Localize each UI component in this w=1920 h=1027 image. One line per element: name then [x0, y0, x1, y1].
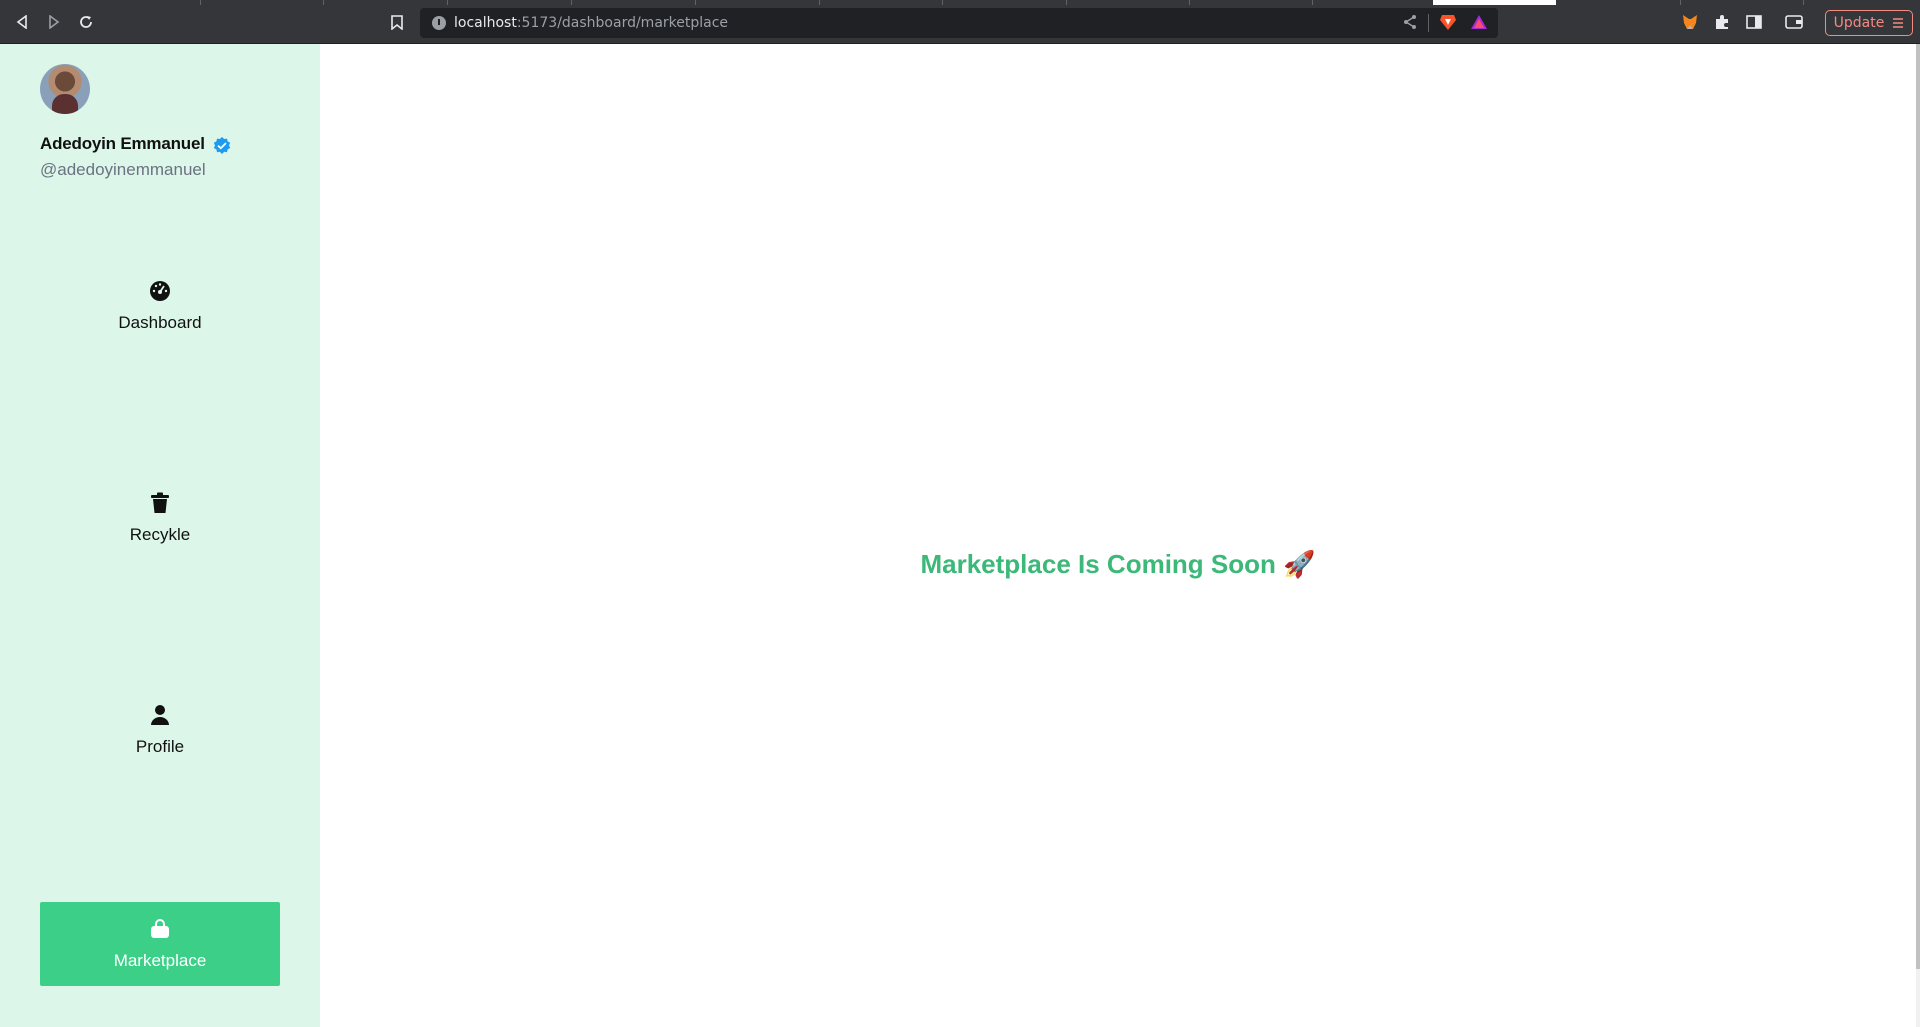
- tab-strip: [0, 0, 1920, 5]
- url-path: :5173/dashboard/marketplace: [516, 15, 729, 31]
- sidebar-item-dashboard[interactable]: Dashboard: [40, 264, 280, 348]
- brave-lion-icon: [1440, 15, 1456, 30]
- bookmark-button[interactable]: [387, 12, 407, 32]
- sidebar-item-label: Recykle: [129, 525, 191, 544]
- shopping-bag-icon: [148, 917, 172, 941]
- metamask-extension-button[interactable]: [1680, 12, 1700, 32]
- puzzle-piece-icon: [1716, 15, 1728, 29]
- tab-divider: [323, 0, 324, 5]
- extensions-button[interactable]: [1712, 12, 1732, 32]
- sidebar-item-profile[interactable]: Profile: [40, 688, 280, 772]
- main-content: Marketplace Is Coming Soon 🚀: [320, 44, 1916, 1027]
- tab-divider: [1803, 0, 1804, 5]
- share-icon: [1404, 15, 1416, 29]
- site-info-icon[interactable]: [432, 16, 446, 30]
- forward-arrow-icon: [49, 15, 60, 29]
- sidebar-item-label: Dashboard: [118, 313, 202, 332]
- active-tab[interactable]: [1433, 0, 1556, 5]
- user-handle: @adedoyinemmanuel: [40, 160, 206, 179]
- user-name: Adedoyin Emmanuel: [40, 134, 205, 153]
- forward-button[interactable]: [44, 12, 64, 32]
- tab-divider: [1189, 0, 1190, 5]
- wallet-button[interactable]: [1784, 12, 1804, 32]
- reload-icon: [80, 16, 92, 28]
- wallet-icon: [1785, 15, 1803, 29]
- brave-shields-button[interactable]: [1438, 12, 1458, 37]
- tab-divider: [571, 0, 572, 5]
- address-bar[interactable]: localhost:5173/dashboard/marketplace: [420, 8, 1498, 38]
- tab-divider: [447, 0, 448, 5]
- bookmark-icon: [391, 14, 403, 30]
- share-button[interactable]: [1402, 14, 1418, 35]
- verified-badge-icon: [213, 137, 231, 154]
- reload-button[interactable]: [76, 12, 96, 32]
- address-divider: [1428, 14, 1429, 32]
- sidebar-item-label: Profile: [135, 737, 185, 756]
- update-button[interactable]: Update: [1825, 10, 1913, 36]
- sidebar-panel-icon: [1746, 15, 1762, 29]
- vertical-scrollbar[interactable]: [1916, 44, 1920, 1027]
- sidebar-item-recykle[interactable]: Recykle: [40, 476, 280, 560]
- metamask-fox-icon: [1683, 15, 1697, 29]
- sidebar-toggle-button[interactable]: [1744, 12, 1764, 32]
- tab-divider: [819, 0, 820, 5]
- scrollbar-thumb[interactable]: [1916, 44, 1920, 969]
- tab-divider: [1066, 0, 1067, 5]
- url-host: localhost: [454, 15, 517, 31]
- coming-soon-message: Marketplace Is Coming Soon 🚀: [920, 549, 1316, 579]
- hamburger-menu-icon: [1893, 18, 1904, 28]
- back-button[interactable]: [12, 12, 32, 32]
- back-arrow-icon: [16, 15, 27, 29]
- trash-bin-icon: [148, 491, 172, 515]
- tab-divider: [1680, 0, 1681, 5]
- brave-rewards-button[interactable]: [1470, 13, 1488, 36]
- user-icon: [148, 703, 172, 727]
- tab-divider: [942, 0, 943, 5]
- dashboard-gauge-icon: [148, 279, 172, 303]
- tab-divider: [695, 0, 696, 5]
- sidebar-item-marketplace[interactable]: Marketplace: [40, 902, 280, 986]
- sidebar: Adedoyin Emmanuel @adedoyinemmanuel Dash…: [0, 44, 320, 1027]
- tab-divider: [200, 0, 201, 5]
- brave-rewards-triangle-icon: [1471, 15, 1487, 29]
- browser-toolbar: localhost:5173/dashboard/marketplace Upd…: [0, 0, 1920, 44]
- url-text[interactable]: localhost:5173/dashboard/marketplace: [454, 15, 728, 31]
- sidebar-item-label: Marketplace: [113, 951, 207, 970]
- update-label: Update: [1833, 15, 1885, 31]
- avatar[interactable]: [40, 64, 90, 114]
- tab-divider: [1312, 0, 1313, 5]
